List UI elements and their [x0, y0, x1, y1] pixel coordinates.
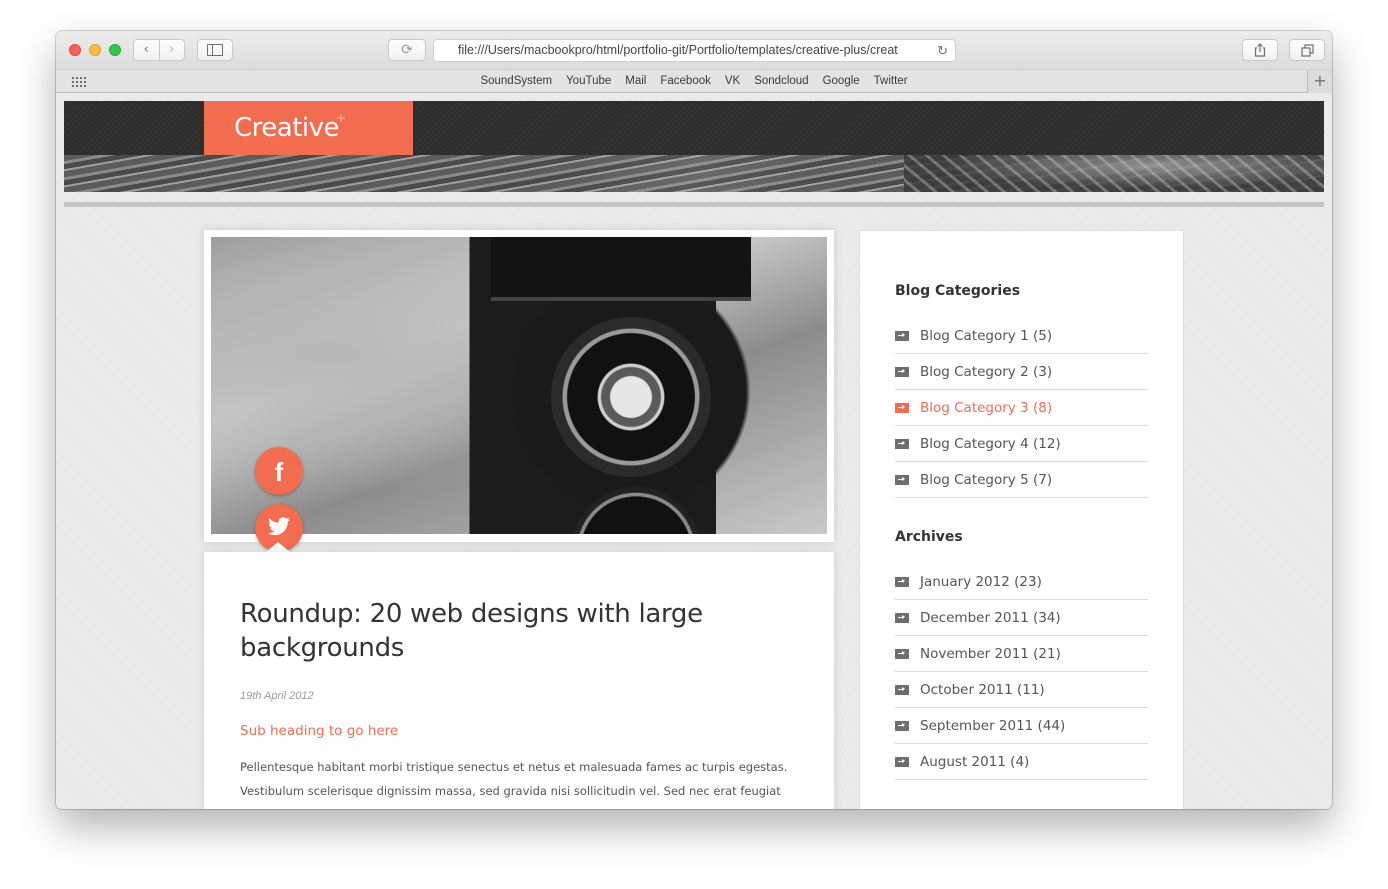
address-bar[interactable]: file:///Users/macbookpro/html/portfolio-…: [433, 39, 956, 62]
archive-item[interactable]: October 2011 (11): [895, 672, 1148, 708]
arrow-right-icon: [895, 474, 909, 485]
site-logo[interactable]: Creative +: [204, 101, 413, 155]
archives-list: January 2012 (23) December 2011 (34) Novem…: [895, 564, 1148, 780]
logo-text: Creative: [234, 113, 340, 143]
bookmark-google[interactable]: Google: [823, 70, 860, 92]
archive-link[interactable]: November 2011 (21): [920, 646, 1061, 662]
back-arrow-icon[interactable]: ‹: [134, 40, 159, 60]
bookmark-twitter[interactable]: Twitter: [874, 70, 908, 92]
header-banner-image: [64, 155, 1324, 192]
category-link[interactable]: Blog Category 5 (7): [920, 472, 1052, 488]
post-image-frame: [204, 230, 834, 542]
arrow-right-icon: [895, 612, 909, 623]
archive-item[interactable]: January 2012 (23): [895, 564, 1148, 600]
arrow-right-icon: [895, 720, 909, 731]
tabs-icon: [1300, 43, 1314, 57]
bookmark-soundsystem[interactable]: SoundSystem: [480, 70, 552, 92]
post-featured-image: [211, 237, 827, 534]
arrow-right-icon: [895, 576, 909, 587]
post-body: Roundup: 20 web designs with large backg…: [204, 552, 834, 809]
share-icon: [1254, 43, 1266, 57]
archive-item[interactable]: December 2011 (34): [895, 600, 1148, 636]
category-item[interactable]: Blog Category 4 (12): [895, 426, 1148, 462]
zoom-window-button[interactable]: [109, 44, 121, 56]
bookmark-facebook[interactable]: Facebook: [660, 70, 711, 92]
browser-toolbar: ‹ › ⟳ file:///Users/macbookpro/html/port…: [56, 31, 1332, 69]
arrow-right-icon: [895, 330, 909, 341]
header-divider: [64, 202, 1324, 207]
facebook-share-button[interactable]: f: [255, 447, 303, 495]
category-item[interactable]: Blog Category 5 (7): [895, 462, 1148, 498]
categories-title: Blog Categories: [895, 283, 1021, 299]
arrow-right-icon: [895, 648, 909, 659]
category-link[interactable]: Blog Category 3 (8): [920, 400, 1052, 416]
archive-link[interactable]: August 2011 (4): [920, 754, 1029, 770]
archives-title: Archives: [895, 529, 963, 545]
reader-button[interactable]: ⟳: [388, 39, 426, 61]
arrow-right-icon: [895, 438, 909, 449]
arrow-right-icon: [895, 756, 909, 767]
sidebar-toggle-button[interactable]: [197, 39, 233, 61]
new-tab-plus-icon[interactable]: +: [1307, 70, 1332, 93]
logo-plus-mark: +: [336, 111, 347, 125]
arrow-right-icon: [895, 366, 909, 377]
sidebar: Blog Categories Blog Category 1 (5) Blog …: [859, 230, 1184, 809]
twitter-icon: [268, 517, 290, 536]
sidebar-icon: [207, 44, 223, 56]
post-subheading: Sub heading to go here: [240, 723, 399, 739]
arrow-right-icon: [895, 684, 909, 695]
bookmark-youtube[interactable]: YouTube: [566, 70, 611, 92]
category-item[interactable]: Blog Category 2 (3): [895, 354, 1148, 390]
category-item[interactable]: Blog Category 1 (5): [895, 318, 1148, 354]
minimize-window-button[interactable]: [89, 44, 101, 56]
arrow-right-icon: [895, 402, 909, 413]
browser-window: ‹ › ⟳ file:///Users/macbookpro/html/port…: [56, 31, 1332, 809]
bookmark-vk[interactable]: VK: [725, 70, 740, 92]
archive-item[interactable]: August 2011 (4): [895, 744, 1148, 780]
close-window-button[interactable]: [69, 44, 81, 56]
url-text: file:///Users/macbookpro/html/portfolio-…: [458, 43, 898, 57]
archive-item[interactable]: November 2011 (21): [895, 636, 1148, 672]
post-image-pointer: [204, 542, 834, 552]
page-viewport: Creative + f Roundup: 20 web designs wit…: [56, 93, 1332, 809]
bookmark-sondcloud[interactable]: Sondcloud: [754, 70, 808, 92]
category-link[interactable]: Blog Category 2 (3): [920, 364, 1052, 380]
reader-icon: ⟳: [401, 42, 413, 58]
forward-arrow-icon[interactable]: ›: [158, 40, 185, 60]
archive-item[interactable]: September 2011 (44): [895, 708, 1148, 744]
archive-link[interactable]: September 2011 (44): [920, 718, 1065, 734]
category-link[interactable]: Blog Category 1 (5): [920, 328, 1052, 344]
camera-image-lens: [551, 317, 711, 477]
category-item[interactable]: Blog Category 3 (8): [895, 390, 1148, 426]
share-button[interactable]: [1242, 39, 1278, 61]
site-header: Creative +: [64, 101, 1324, 192]
camera-image-lower-lens: [571, 487, 701, 534]
bookmarks-bar: SoundSystem YouTube Mail Facebook VK Sondclou…: [56, 69, 1332, 93]
camera-image-top: [491, 237, 751, 301]
bookmark-mail[interactable]: Mail: [625, 70, 646, 92]
navigation-buttons: ‹ ›: [133, 39, 185, 61]
categories-list: Blog Category 1 (5) Blog Category 2 (3) Bl…: [895, 318, 1148, 498]
post-title[interactable]: Roundup: 20 web designs with large backg…: [240, 597, 780, 665]
reload-icon[interactable]: ↻: [937, 40, 948, 61]
post-date: 19th April 2012: [240, 690, 314, 702]
post-text: Pellentesque habitant morbi tristique se…: [240, 760, 788, 809]
archive-link[interactable]: January 2012 (23): [920, 574, 1042, 590]
archive-link[interactable]: October 2011 (11): [920, 682, 1045, 698]
show-tabs-button[interactable]: [1289, 39, 1325, 61]
category-link[interactable]: Blog Category 4 (12): [920, 436, 1061, 452]
archive-link[interactable]: December 2011 (34): [920, 610, 1061, 626]
facebook-icon: f: [274, 457, 284, 487]
bookmark-list: SoundSystem YouTube Mail Facebook VK Sondclou…: [56, 70, 1332, 92]
